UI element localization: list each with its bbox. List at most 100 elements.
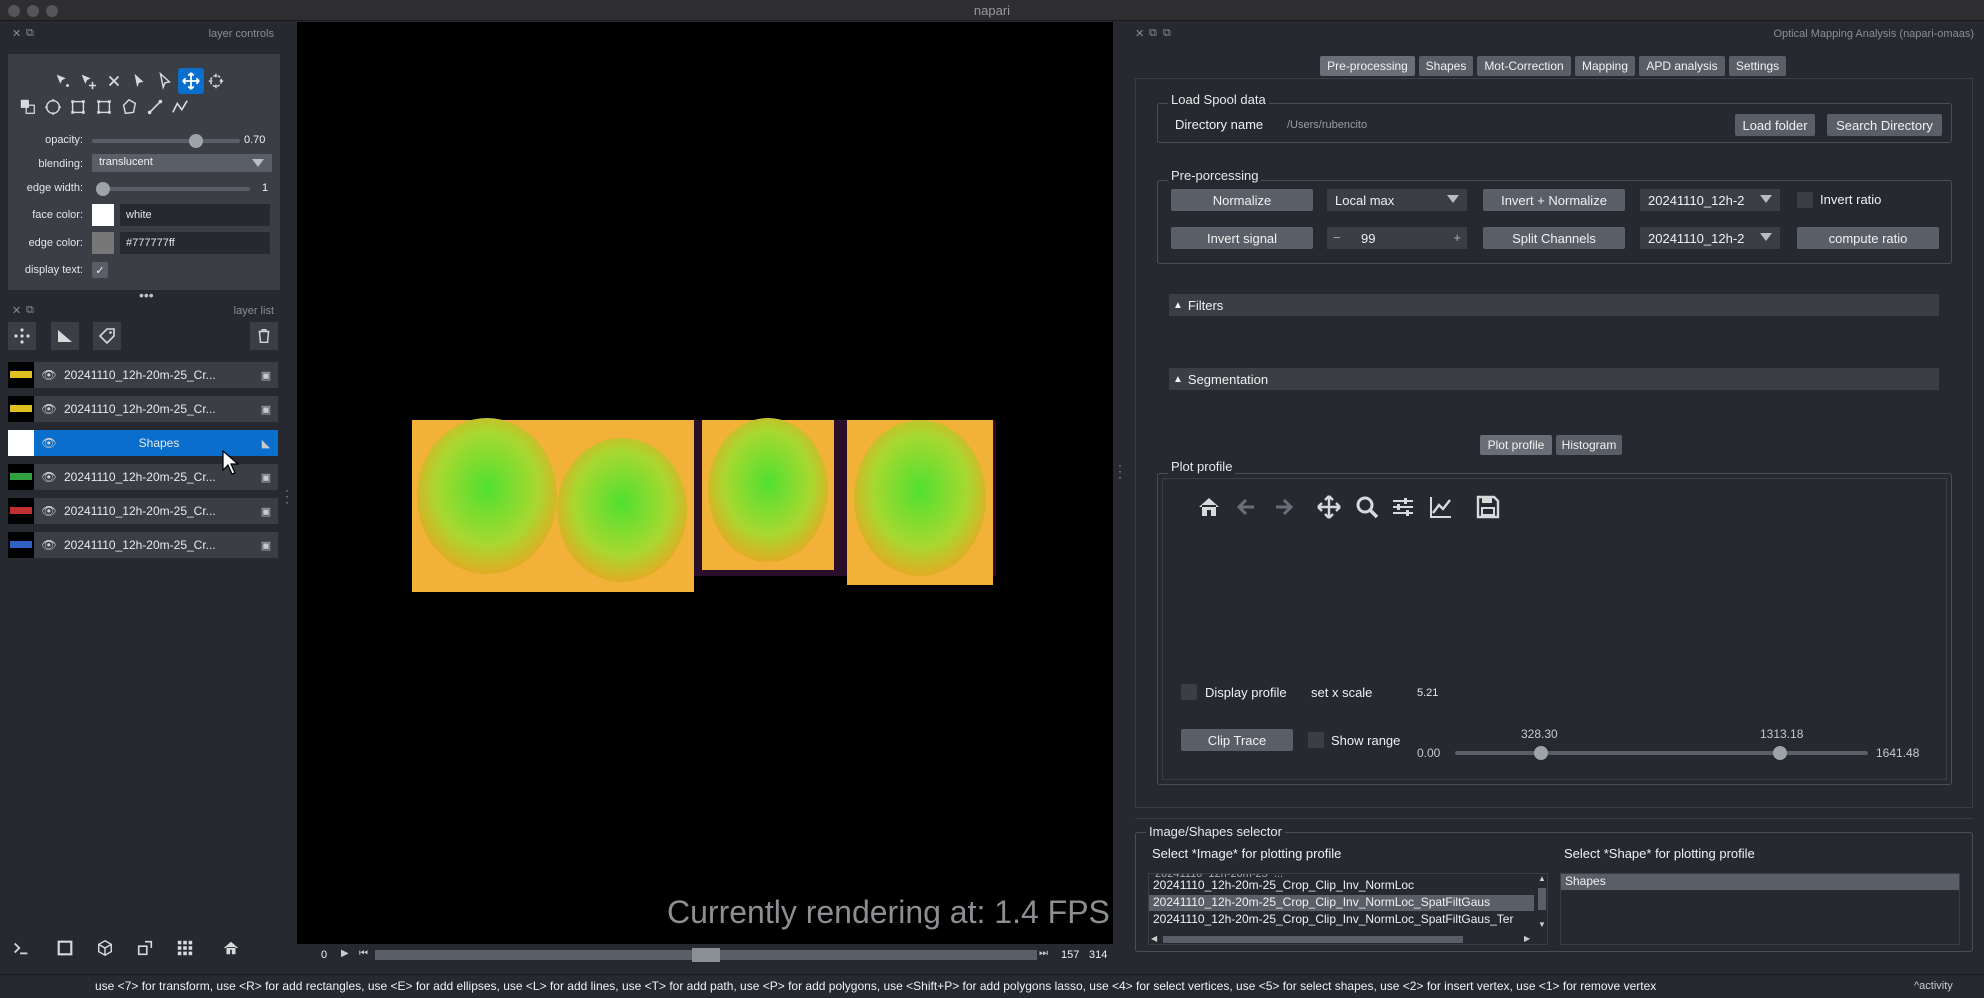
rectangle-tool-button[interactable] [65, 94, 91, 120]
ellipse-tool-button[interactable] [40, 94, 66, 120]
normalize-method-select[interactable]: Local max [1327, 189, 1467, 211]
tab-shapes[interactable]: Shapes [1419, 56, 1473, 76]
dims-slider-handle[interactable] [692, 948, 720, 962]
show-range-checkbox[interactable] [1308, 732, 1324, 748]
layer-name[interactable]: 20241110_12h-20m-25_Cr... [60, 538, 254, 552]
list-item[interactable]: 20241110_12h-20m-25_Crop_Clip_Inv_NormLo… [1149, 878, 1534, 894]
line-tool-button[interactable] [142, 94, 168, 120]
list-item[interactable]: 20241110_12h-20m-25_Crop_Clip_Inv_NormLo… [1149, 912, 1534, 928]
layer-name[interactable]: 20241110_12h-20m-25_Cr... [60, 504, 254, 518]
layer-name[interactable]: 20241110_12h-20m-25_Cr... [60, 368, 254, 382]
dock-close-icon[interactable]: ✕ [12, 27, 21, 40]
clip-trace-button[interactable]: Clip Trace [1181, 729, 1293, 751]
rectangle-tool-button[interactable] [91, 94, 117, 120]
tab-histogram[interactable]: Histogram [1556, 435, 1622, 455]
scroll-down-icon[interactable]: ▼ [1538, 920, 1546, 929]
value-spinbox[interactable]: − 99 + [1327, 227, 1467, 249]
clip-range-high-handle[interactable] [1773, 746, 1787, 760]
dock-float-icon[interactable]: ⧉ [26, 304, 34, 317]
back-button[interactable] [1234, 494, 1260, 523]
visibility-eye-icon[interactable]: 👁 [38, 538, 60, 552]
display-text-checkbox[interactable]: ✓ [92, 262, 108, 278]
dock-float-icon[interactable]: ⧉ [26, 27, 34, 40]
edge-color-swatch[interactable] [92, 232, 114, 254]
save-figure-button[interactable] [1475, 494, 1501, 523]
path-tool-button[interactable] [167, 94, 193, 120]
home-view-button[interactable] [218, 935, 244, 961]
activity-button[interactable]: ^activity [1914, 980, 1953, 992]
blending-select[interactable]: translucent [92, 154, 272, 172]
add-points-tool-button[interactable] [75, 68, 101, 94]
polygon-tool-button[interactable] [116, 94, 142, 120]
play-icon[interactable]: ▶ [341, 948, 349, 959]
display-profile-checkbox[interactable] [1181, 684, 1197, 700]
new-shapes-layer-button[interactable] [51, 322, 79, 350]
subplots-config-button[interactable] [1390, 494, 1416, 523]
transpose-button[interactable] [132, 935, 158, 961]
minus-icon[interactable]: − [1333, 230, 1341, 245]
dock-float-icon[interactable]: ⧉ [1149, 27, 1157, 40]
face-color-swatch[interactable] [92, 204, 114, 226]
layer-name[interactable]: 20241110_12h-20m-25_Cr... [60, 402, 254, 416]
opacity-slider[interactable] [92, 139, 240, 143]
segmentation-collapsible[interactable]: ▲ Segmentation [1169, 368, 1939, 390]
layer-name[interactable]: Shapes [60, 436, 254, 450]
compute-ratio-button[interactable]: compute ratio [1797, 227, 1939, 249]
tab-apd-analysis[interactable]: APD analysis [1639, 56, 1725, 76]
tab-mapping[interactable]: Mapping [1575, 56, 1635, 76]
load-folder-button[interactable]: Load folder [1735, 114, 1815, 136]
normalize-button[interactable]: Normalize [1171, 189, 1313, 211]
forward-button[interactable] [1270, 494, 1296, 523]
tab-plot-profile[interactable]: Plot profile [1480, 435, 1552, 455]
pan-button[interactable] [1316, 494, 1342, 523]
dock-close-icon[interactable]: ✕ [12, 304, 21, 317]
dock-close-icon[interactable]: ✕ [1135, 27, 1144, 40]
last-frame-icon[interactable]: ⏭ [1039, 948, 1048, 959]
layer-item[interactable]: 👁 20241110_12h-20m-25_Cr... ▣ [8, 532, 278, 558]
scrollbar-horizontal[interactable]: ◀ ▶ [1149, 934, 1536, 944]
search-directory-button[interactable]: Search Directory [1827, 114, 1942, 136]
edge-width-slider[interactable] [102, 187, 250, 191]
visibility-eye-icon[interactable]: 👁 [38, 436, 60, 450]
visibility-eye-icon[interactable]: 👁 [38, 470, 60, 484]
select-shapes-tool-button[interactable] [126, 68, 152, 94]
direct-select-tool-button[interactable] [152, 68, 178, 94]
ndisplay-button[interactable] [52, 935, 78, 961]
delete-layer-button[interactable] [250, 322, 278, 350]
scrollbar-vertical[interactable]: ▲ ▼ [1536, 874, 1547, 934]
edit-axis-button[interactable] [1428, 494, 1454, 523]
face-color-input[interactable]: white [120, 204, 270, 226]
viewer-canvas[interactable]: Currently rendering at: 1.4 FPS · · · [285, 22, 1113, 944]
home-button[interactable] [1196, 494, 1222, 523]
image-select-2[interactable]: 20241110_12h-2 [1640, 227, 1780, 249]
image-select-1[interactable]: 20241110_12h-2 [1640, 189, 1780, 211]
splitter-right-handle[interactable]: · · · [1118, 459, 1122, 483]
scrollbar-thumb[interactable] [1538, 888, 1546, 910]
invert-signal-button[interactable]: Invert signal [1171, 227, 1313, 249]
move-back-tool-button[interactable] [15, 94, 41, 120]
image-list[interactable]: 20241110_12h-20m-25_... 20241110_12h-20m… [1148, 873, 1548, 945]
list-item[interactable]: 20241110_12h-20m-25_Crop_Clip_Inv_NormLo… [1149, 895, 1534, 911]
invert-normalize-button[interactable]: Invert + Normalize [1483, 189, 1625, 211]
opacity-slider-handle[interactable] [188, 134, 203, 148]
tab-mot-correction[interactable]: Mot-Correction [1477, 56, 1571, 76]
dock-float-icon[interactable]: ⧉ [1163, 27, 1171, 40]
pan-zoom-tool-button[interactable] [178, 68, 204, 94]
invert-ratio-checkbox[interactable] [1797, 192, 1813, 208]
shape-list[interactable]: Shapes [1560, 873, 1960, 945]
plus-icon[interactable]: + [1453, 230, 1461, 245]
clip-range-slider[interactable] [1455, 751, 1868, 755]
layer-item[interactable]: 👁 20241110_12h-20m-25_Cr... ▣ [8, 362, 278, 388]
edge-width-slider-handle[interactable] [96, 182, 110, 196]
scrollbar-thumb[interactable] [1163, 936, 1463, 943]
delete-tool-button[interactable] [101, 68, 127, 94]
split-channels-button[interactable]: Split Channels [1483, 227, 1625, 249]
roll-dims-button[interactable] [92, 935, 118, 961]
transform-tool-button[interactable] [203, 68, 229, 94]
layer-item[interactable]: 👁 20241110_12h-20m-25_Cr... ▣ [8, 396, 278, 422]
x-scale-input[interactable]: 5.21 [1411, 682, 1465, 704]
new-points-layer-button[interactable] [8, 322, 36, 350]
first-frame-icon[interactable]: ⏮ [359, 948, 368, 959]
layer-item[interactable]: 👁 20241110_12h-20m-25_Cr... ▣ [8, 498, 278, 524]
scroll-up-icon[interactable]: ▲ [1538, 874, 1546, 883]
